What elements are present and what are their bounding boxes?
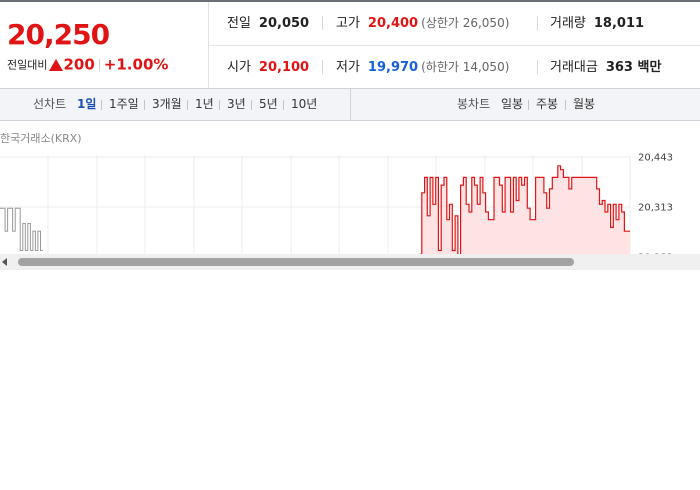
tab-separator: [144, 100, 145, 110]
tab-3-years[interactable]: 3년: [227, 89, 246, 120]
turnover-label: 거래대금: [550, 60, 598, 75]
y-tick-label: 20,313: [638, 203, 673, 214]
tab-5-years[interactable]: 5년: [259, 89, 278, 120]
series-1-line: [0, 207, 43, 251]
price-change-row: 전일대비 200 +1.00%: [7, 54, 168, 74]
tab-weekly-candle[interactable]: 주봉: [536, 89, 558, 120]
line-chart-heading: 선차트: [33, 97, 67, 111]
tab-separator: [101, 100, 102, 110]
high-value: 20,400: [367, 16, 419, 31]
info-divider: [322, 60, 323, 74]
tab-1-week[interactable]: 1주일: [109, 89, 139, 120]
tab-monthly-candle[interactable]: 월봉: [573, 89, 595, 120]
info-divider: [322, 16, 323, 30]
turnover-cell: 거래대금 363 백만: [550, 46, 661, 89]
change-separator: [98, 58, 100, 71]
candle-chart-heading: 봉차트: [457, 97, 491, 111]
chart-period-tabs: 선차트 1일 1주일 3개월 1년 3년 5년 10년 봉차트 일봉 주봉 월봉: [0, 88, 700, 121]
open-value: 20,100: [258, 60, 310, 75]
chart-scrollbar[interactable]: [0, 254, 700, 270]
chart-source-label: 한국거래소(KRX): [0, 132, 82, 145]
volume-value: 18,011: [593, 16, 645, 31]
up-triangle-icon: [49, 58, 64, 71]
lower-limit: (하한가 14,050): [421, 60, 510, 74]
info-divider: [537, 60, 538, 74]
intraday-price-chart: 20,44320,31320,183: [0, 153, 673, 255]
high-cell: 고가 20,400 (상한가 26,050): [336, 2, 509, 45]
low-value: 19,970: [367, 60, 419, 75]
change-value: 200: [63, 55, 95, 74]
tab-3-months[interactable]: 3개월: [152, 89, 182, 120]
prev-close-label: 전일: [227, 16, 251, 31]
open-cell: 시가 20,100: [227, 46, 309, 89]
volume-cell: 거래량 18,011: [550, 2, 644, 45]
high-label: 고가: [336, 16, 360, 31]
y-axis-ticks: 20,44320,31320,183: [638, 153, 673, 255]
info-row-1: 전일 20,050 고가 20,400 (상한가 26,050) 거래량 18,011: [209, 2, 700, 46]
price-summary: 20,250 전일대비 200 +1.00%: [0, 2, 209, 88]
tab-10-years[interactable]: 10년: [291, 89, 317, 120]
tab-separator: [251, 100, 252, 110]
tab-1-day[interactable]: 1일: [77, 89, 96, 120]
upper-limit: (상한가 26,050): [421, 16, 510, 30]
prev-close-cell: 전일 20,050: [227, 2, 309, 45]
tab-daily-candle[interactable]: 일봉: [501, 89, 523, 120]
y-tick-label: 20,443: [638, 153, 673, 164]
tab-1-year[interactable]: 1년: [195, 89, 214, 120]
change-label: 전일대비: [7, 58, 48, 72]
tab-separator: [219, 100, 220, 110]
prev-close-value: 20,050: [258, 16, 310, 31]
tab-separator: [565, 100, 566, 110]
change-percent: +1.00%: [103, 55, 169, 74]
turnover-value: 363 백만: [605, 60, 662, 75]
tab-group-divider: [350, 89, 351, 120]
info-divider: [537, 16, 538, 30]
low-cell: 저가 19,970 (하한가 14,050): [336, 46, 509, 89]
info-row-2: 시가 20,100 저가 19,970 (하한가 14,050) 거래대금 363 백만: [209, 46, 700, 89]
scroll-left-arrow-icon[interactable]: [2, 258, 7, 266]
tab-separator: [187, 100, 188, 110]
tab-separator: [528, 100, 529, 110]
volume-label: 거래량: [550, 16, 586, 31]
open-label: 시가: [227, 60, 251, 75]
current-price: 20,250: [7, 18, 110, 51]
low-label: 저가: [336, 60, 360, 75]
tab-separator: [283, 100, 284, 110]
scrollbar-thumb[interactable]: [18, 258, 574, 266]
